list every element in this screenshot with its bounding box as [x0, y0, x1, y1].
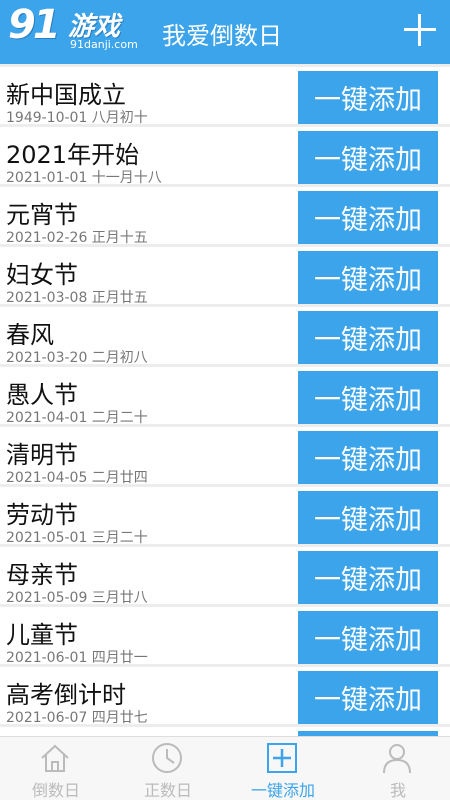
user-icon [383, 744, 411, 774]
one-click-add-button[interactable]: 一键添加 [298, 551, 438, 604]
one-click-add-button[interactable]: 一键添加 [298, 491, 438, 544]
plus-icon[interactable] [402, 12, 438, 48]
item-title: 母亲节 [6, 561, 78, 589]
list-item: 新中国成立 1949-10-01 八月初十 一键添加 [0, 67, 450, 126]
list-item: 愚人节 2021-04-01 二月二十 一键添加 [0, 367, 450, 426]
item-title: 元宵节 [6, 201, 78, 229]
list-item: 劳动节 2021-05-01 三月二十 一键添加 [0, 487, 450, 546]
item-title: 新中国成立 [6, 81, 126, 109]
item-title: 2021年开始 [6, 141, 140, 169]
item-date: 2021-06-07 四月廿七 [6, 710, 148, 726]
item-title: 儿童节 [6, 621, 78, 649]
tab-count-up[interactable]: 正数日 [112, 737, 224, 800]
tab-me[interactable]: 我 [342, 737, 450, 800]
one-click-add-button[interactable]: 一键添加 [298, 251, 438, 304]
item-title: 高考倒计时 [6, 681, 126, 709]
item-date: 2021-04-01 二月二十 [6, 410, 148, 426]
bottom-tab-bar: 倒数日 正数日 一键添加 我 [0, 736, 450, 800]
list-item: 清明节 2021-04-05 二月廿四 一键添加 [0, 427, 450, 486]
tab-label: 倒数日 [31, 781, 80, 800]
one-click-add-button[interactable]: 一键添加 [298, 431, 438, 484]
item-date: 2021-02-26 正月十五 [6, 230, 148, 246]
one-click-add-button[interactable]: 一键添加 [298, 371, 438, 424]
item-date: 2021-05-01 三月二十 [6, 530, 148, 546]
home-icon [41, 744, 69, 772]
list-item: 2021年开始 2021-01-01 十一月十八 一键添加 [0, 127, 450, 186]
tab-label: 一键添加 [250, 781, 315, 800]
tab-label: 我 [389, 781, 406, 800]
tab-countdown[interactable]: 倒数日 [0, 737, 112, 800]
tab-label: 正数日 [143, 781, 192, 800]
page-title: 我爱倒数日 [162, 22, 282, 50]
one-click-add-button[interactable]: 一键添加 [298, 611, 438, 664]
item-date: 2021-03-08 正月廿五 [6, 290, 148, 306]
item-title: 愚人节 [6, 381, 78, 409]
one-click-add-button[interactable]: 一键添加 [298, 191, 438, 244]
item-title: 清明节 [6, 441, 78, 469]
item-date: 2021-01-01 十一月十八 [6, 170, 162, 186]
logo-number: 91 [8, 2, 61, 48]
clock-icon [152, 743, 182, 773]
item-date: 1949-10-01 八月初十 [6, 110, 148, 126]
logo: 91 游戏 91danji.com [8, 2, 138, 58]
item-title: 妇女节 [6, 261, 78, 289]
item-date: 2021-05-09 三月廿八 [6, 590, 148, 606]
item-date: 2021-04-05 二月廿四 [6, 470, 148, 486]
item-date: 2021-03-20 二月初八 [6, 350, 148, 366]
item-date: 2021-06-01 四月廿一 [6, 650, 148, 666]
one-click-add-button[interactable]: 一键添加 [298, 671, 438, 724]
list-item: 高考倒计时 2021-06-07 四月廿七 一键添加 [0, 667, 450, 726]
list-item: 妇女节 2021-03-08 正月廿五 一键添加 [0, 247, 450, 306]
logo-url: 91danji.com [70, 38, 138, 51]
list-item: 儿童节 2021-06-01 四月廿一 一键添加 [0, 607, 450, 666]
list-item: 春风 2021-03-20 二月初八 一键添加 [0, 307, 450, 366]
app-header: 91 游戏 91danji.com 我爱倒数日 [0, 0, 450, 64]
list-item-partial: 一键添加 [0, 727, 450, 736]
one-click-add-button[interactable]: 一键添加 [298, 131, 438, 184]
add-box-icon [267, 743, 297, 773]
holiday-list: 新中国成立 1949-10-01 八月初十 一键添加 2021年开始 2021-… [0, 64, 450, 736]
list-item: 元宵节 2021-02-26 正月十五 一键添加 [0, 187, 450, 246]
item-title: 劳动节 [6, 501, 78, 529]
one-click-add-button[interactable]: 一键添加 [298, 311, 438, 364]
one-click-add-button[interactable]: 一键添加 [298, 71, 438, 124]
list-item: 母亲节 2021-05-09 三月廿八 一键添加 [0, 547, 450, 606]
tab-one-click-add[interactable]: 一键添加 [227, 737, 339, 800]
item-title: 春风 [6, 321, 54, 349]
